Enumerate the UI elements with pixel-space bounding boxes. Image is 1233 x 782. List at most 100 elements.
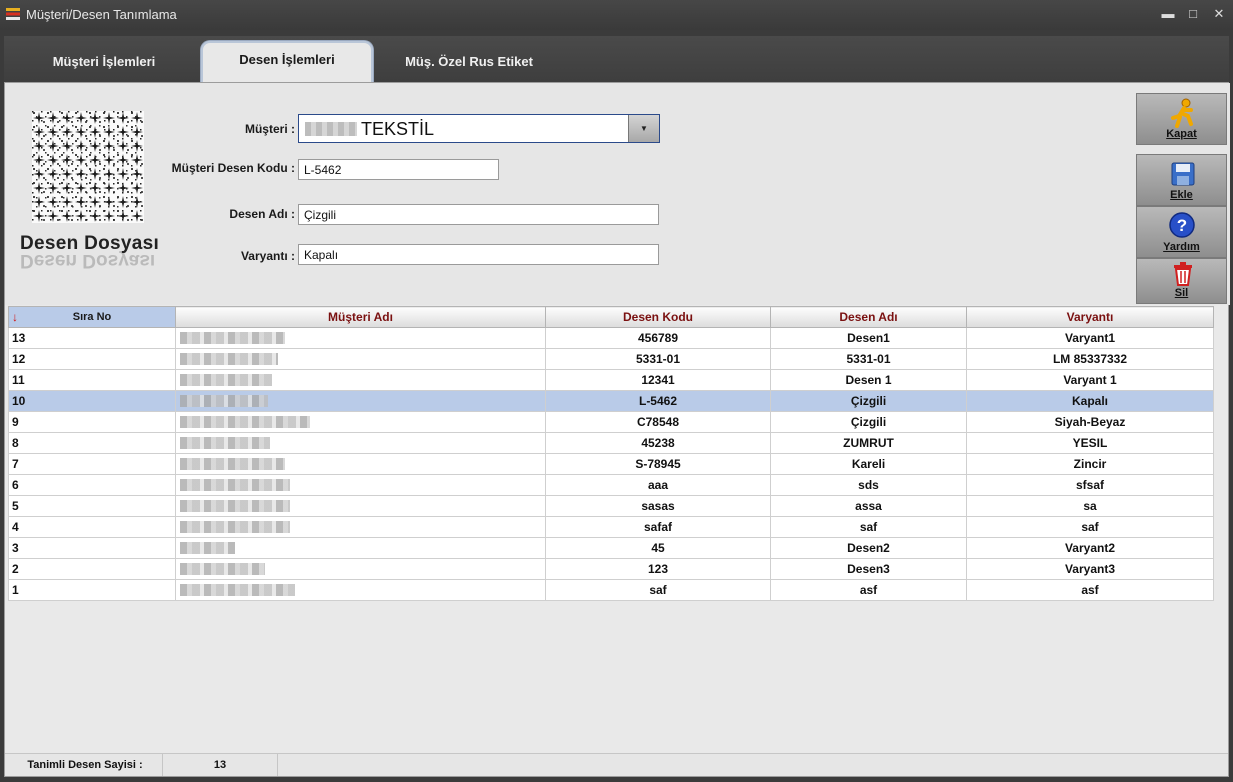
cell-varyanti[interactable]: Varyant2 (966, 537, 1214, 559)
table-row[interactable]: 10 L-5462 Çizgili Kapalı (8, 390, 1214, 412)
table-row[interactable]: 1 saf asf asf (8, 579, 1214, 601)
cell-sira-no[interactable]: 13 (8, 327, 176, 349)
cell-sira-no[interactable]: 8 (8, 432, 176, 454)
cell-sira-no[interactable]: 11 (8, 369, 176, 391)
cell-sira-no[interactable]: 9 (8, 411, 176, 433)
cell-musteri-adi[interactable] (175, 348, 546, 370)
minimize-button[interactable]: ▬ (1160, 6, 1176, 22)
cell-sira-no[interactable]: 6 (8, 474, 176, 496)
desen-adi-input[interactable]: Çizgili (298, 204, 659, 225)
cell-sira-no[interactable]: 1 (8, 579, 176, 601)
cell-musteri-adi[interactable] (175, 453, 546, 475)
cell-desen-adi[interactable]: Çizgili (770, 390, 967, 412)
cell-varyanti[interactable]: YESIL (966, 432, 1214, 454)
cell-sira-no[interactable]: 3 (8, 537, 176, 559)
table-row[interactable]: 7 S-78945 Kareli Zincir (8, 453, 1214, 475)
cell-varyanti[interactable]: asf (966, 579, 1214, 601)
table-row[interactable]: 5 sasas assa sa (8, 495, 1214, 517)
cell-sira-no[interactable]: 5 (8, 495, 176, 517)
cell-musteri-adi[interactable] (175, 474, 546, 496)
column-header-desen-adi[interactable]: Desen Adı (770, 306, 967, 328)
cell-desen-kodu[interactable]: L-5462 (545, 390, 771, 412)
cell-varyanti[interactable]: Varyant3 (966, 558, 1214, 580)
cell-desen-adi[interactable]: saf (770, 516, 967, 538)
cell-desen-kodu[interactable]: C78548 (545, 411, 771, 433)
maximize-button[interactable]: □ (1185, 6, 1201, 22)
cell-musteri-adi[interactable] (175, 432, 546, 454)
varyanti-input[interactable]: Kapalı (298, 244, 659, 265)
cell-varyanti[interactable]: LM 85337332 (966, 348, 1214, 370)
tab-musteri-islemleri[interactable]: Müşteri İşlemleri (24, 48, 184, 82)
cell-varyanti[interactable]: sfsaf (966, 474, 1214, 496)
table-row[interactable]: 8 45238 ZUMRUT YESIL (8, 432, 1214, 454)
cell-desen-adi[interactable]: Çizgili (770, 411, 967, 433)
cell-desen-kodu[interactable]: aaa (545, 474, 771, 496)
dropdown-arrow-icon[interactable]: ▼ (628, 115, 659, 142)
cell-desen-adi[interactable]: asf (770, 579, 967, 601)
cell-desen-adi[interactable]: Desen3 (770, 558, 967, 580)
cell-desen-kodu[interactable]: 123 (545, 558, 771, 580)
cell-desen-kodu[interactable]: 456789 (545, 327, 771, 349)
cell-desen-adi[interactable]: Desen1 (770, 327, 967, 349)
table-row[interactable]: 9 C78548 Çizgili Siyah-Beyaz (8, 411, 1214, 433)
column-header-musteri-adi[interactable]: Müşteri Adı (175, 306, 546, 328)
ekle-button[interactable]: Ekle (1136, 154, 1227, 206)
column-header-varyanti[interactable]: Varyantı (966, 306, 1214, 328)
cell-desen-kodu[interactable]: 5331-01 (545, 348, 771, 370)
cell-desen-adi[interactable]: ZUMRUT (770, 432, 967, 454)
sil-button[interactable]: Sil (1136, 258, 1227, 304)
cell-varyanti[interactable]: Kapalı (966, 390, 1214, 412)
tab-mus-ozel-rus-etiket[interactable]: Müş. Özel Rus Etiket (389, 48, 549, 82)
cell-desen-kodu[interactable]: safaf (545, 516, 771, 538)
table-row[interactable]: 11 12341 Desen 1 Varyant 1 (8, 369, 1214, 391)
cell-musteri-adi[interactable] (175, 411, 546, 433)
cell-desen-kodu[interactable]: 12341 (545, 369, 771, 391)
cell-musteri-adi[interactable] (175, 327, 546, 349)
cell-musteri-adi[interactable] (175, 495, 546, 517)
table-row[interactable]: 12 5331-01 5331-01 LM 85337332 (8, 348, 1214, 370)
cell-desen-adi[interactable]: sds (770, 474, 967, 496)
cell-desen-kodu[interactable]: 45 (545, 537, 771, 559)
cell-musteri-adi[interactable] (175, 390, 546, 412)
column-header-desen-kodu[interactable]: Desen Kodu (545, 306, 771, 328)
cell-sira-no[interactable]: 12 (8, 348, 176, 370)
cell-musteri-adi[interactable] (175, 579, 546, 601)
column-header-sira-no[interactable]: ↓ Sıra No (8, 306, 176, 328)
cell-musteri-adi[interactable] (175, 369, 546, 391)
close-button[interactable]: ✕ (1211, 6, 1227, 22)
cell-musteri-adi[interactable] (175, 537, 546, 559)
table-row[interactable]: 4 safaf saf saf (8, 516, 1214, 538)
musteri-desen-kodu-input[interactable]: L-5462 (298, 159, 499, 180)
table-row[interactable]: 13 456789 Desen1 Varyant1 (8, 327, 1214, 349)
tab-desen-islemleri[interactable]: Desen İşlemleri (200, 40, 374, 84)
table-row[interactable]: 3 45 Desen2 Varyant2 (8, 537, 1214, 559)
cell-desen-adi[interactable]: assa (770, 495, 967, 517)
cell-sira-no[interactable]: 10 (8, 390, 176, 412)
table-row[interactable]: 2 123 Desen3 Varyant3 (8, 558, 1214, 580)
musteri-name-redacted (305, 122, 357, 136)
cell-varyanti[interactable]: Zincir (966, 453, 1214, 475)
pattern-image[interactable] (32, 111, 144, 223)
cell-musteri-adi[interactable] (175, 558, 546, 580)
cell-varyanti[interactable]: saf (966, 516, 1214, 538)
cell-varyanti[interactable]: Varyant 1 (966, 369, 1214, 391)
cell-desen-kodu[interactable]: S-78945 (545, 453, 771, 475)
cell-varyanti[interactable]: Varyant1 (966, 327, 1214, 349)
cell-varyanti[interactable]: Siyah-Beyaz (966, 411, 1214, 433)
kapat-button[interactable]: Kapat (1136, 93, 1227, 145)
cell-desen-adi[interactable]: Desen 1 (770, 369, 967, 391)
cell-desen-kodu[interactable]: sasas (545, 495, 771, 517)
cell-desen-kodu[interactable]: saf (545, 579, 771, 601)
musteri-combo[interactable]: TEKSTİL ▼ (298, 114, 660, 143)
cell-sira-no[interactable]: 2 (8, 558, 176, 580)
cell-varyanti[interactable]: sa (966, 495, 1214, 517)
cell-desen-adi[interactable]: Desen2 (770, 537, 967, 559)
table-row[interactable]: 6 aaa sds sfsaf (8, 474, 1214, 496)
cell-desen-adi[interactable]: 5331-01 (770, 348, 967, 370)
cell-desen-adi[interactable]: Kareli (770, 453, 967, 475)
cell-musteri-adi[interactable] (175, 516, 546, 538)
cell-sira-no[interactable]: 7 (8, 453, 176, 475)
yardim-button[interactable]: ? Yardım (1136, 206, 1227, 258)
cell-sira-no[interactable]: 4 (8, 516, 176, 538)
cell-desen-kodu[interactable]: 45238 (545, 432, 771, 454)
